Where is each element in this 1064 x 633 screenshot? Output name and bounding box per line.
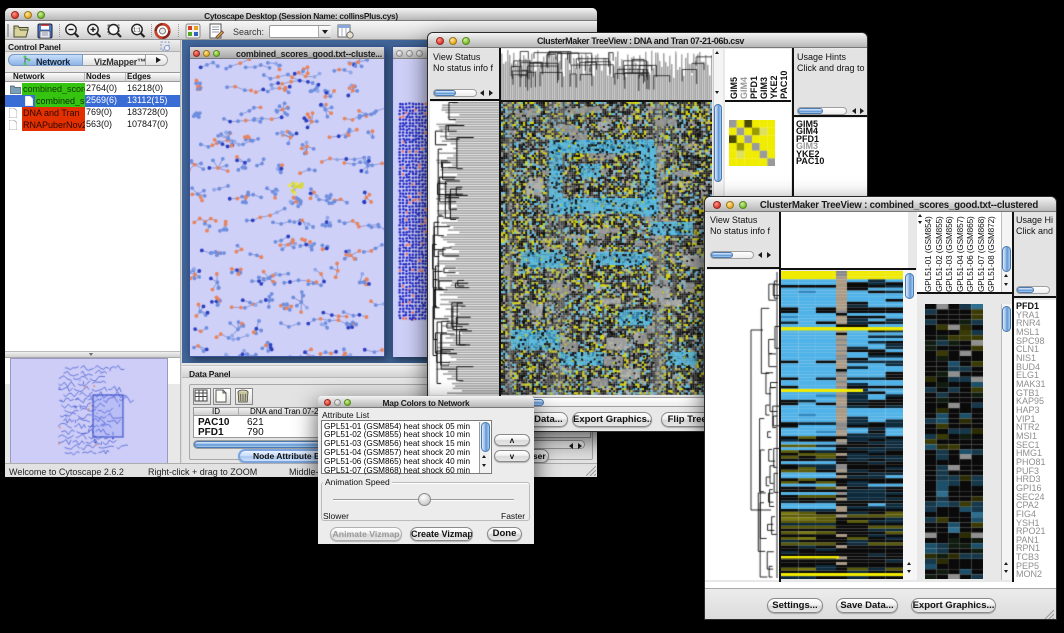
svg-text:1:1: 1:1 xyxy=(133,28,141,34)
